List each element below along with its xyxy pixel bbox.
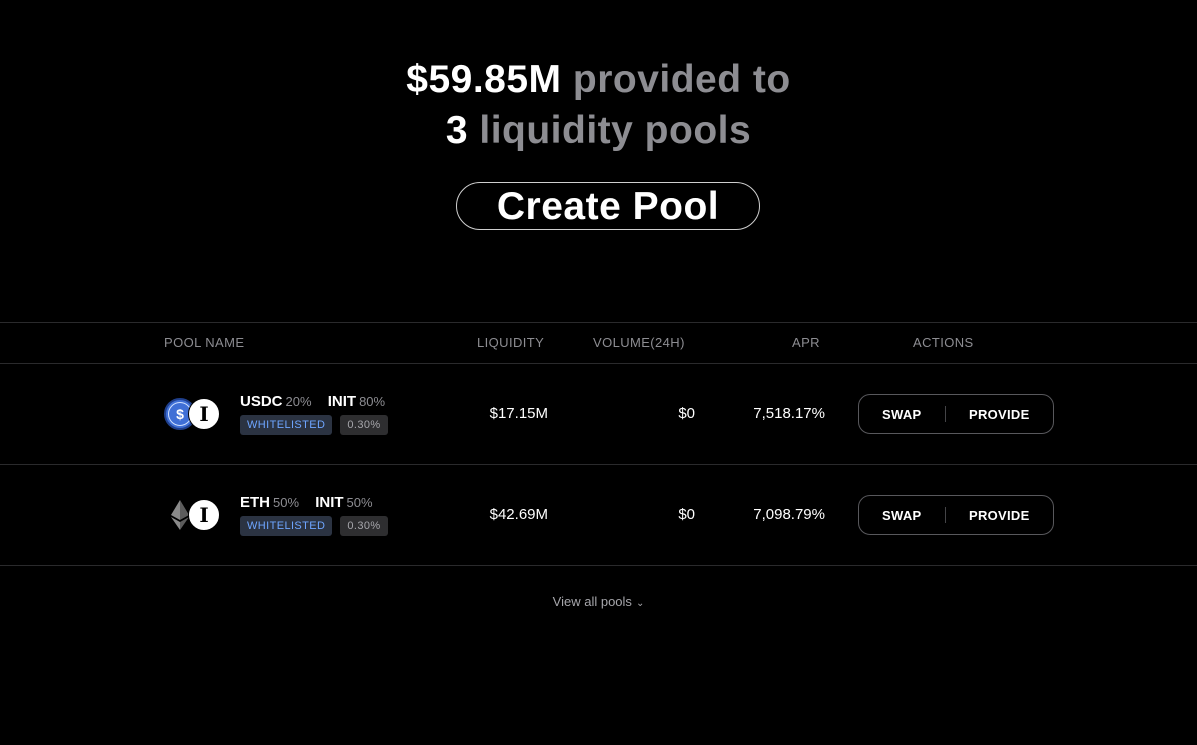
token1-weight: 20% (285, 394, 312, 409)
row-actions: SWAP PROVIDE (858, 394, 1054, 434)
token2-symbol: INIT (327, 393, 357, 410)
whitelisted-badge: WHITELISTED (240, 415, 333, 435)
hero-line-2: 3 liquidity pools (0, 105, 1197, 156)
whitelisted-badge: WHITELISTED (240, 516, 333, 536)
token2-symbol: INIT (315, 494, 344, 511)
volume-value: $0 (678, 405, 695, 422)
pair-icons: I (164, 499, 224, 531)
row-actions: SWAP PROVIDE (858, 495, 1054, 535)
pool-badges: WHITELISTED 0.30% (240, 415, 388, 435)
view-all-pools-link[interactable]: View all pools ⌄ (0, 594, 1197, 609)
liquidity-pools-text: liquidity pools (479, 109, 752, 152)
header-apr: APR (792, 335, 820, 350)
token2-weight: 80% (359, 394, 386, 409)
table-header: POOL NAME LIQUIDITY VOLUME(24H) APR ACTI… (0, 322, 1197, 364)
header-liquidity: LIQUIDITY (477, 335, 545, 350)
create-pool-button[interactable]: Create Pool (456, 182, 760, 230)
token1-symbol: USDC (240, 393, 283, 410)
fee-badge: 0.30% (340, 415, 388, 435)
liquidity-value: $42.69M (489, 506, 548, 523)
token1-symbol: ETH (240, 494, 270, 511)
volume-value: $0 (678, 506, 695, 523)
liquidity-value: $17.15M (489, 405, 548, 422)
swap-button[interactable]: SWAP (859, 406, 945, 423)
init-icon: I (188, 398, 220, 430)
init-icon: I (188, 499, 220, 531)
fee-badge: 0.30% (340, 516, 388, 536)
hero-line-1: $59.85M provided to (0, 54, 1197, 105)
pair-name: ETH 50% INIT 50% (240, 494, 373, 511)
header-volume: VOLUME(24H) (593, 335, 685, 350)
provided-to-text: provided to (572, 58, 791, 101)
header-pool-name: POOL NAME (164, 335, 245, 350)
header-actions: ACTIONS (913, 335, 974, 350)
hero-heading: $59.85M provided to 3 liquidity pools (0, 54, 1197, 156)
pool-badges: WHITELISTED 0.30% (240, 516, 388, 536)
table-row[interactable]: I ETH 50% INIT 50% WHITELISTED 0.30% $42.6… (0, 465, 1197, 566)
pair-icons: $ I (164, 398, 224, 430)
pool-count: 3 (445, 109, 469, 152)
pair-name: USDC 20% INIT 80% (240, 393, 385, 410)
table-row[interactable]: $ I USDC 20% INIT 80% WHITELISTED 0.30% $1… (0, 364, 1197, 465)
token2-weight: 50% (346, 495, 373, 510)
provide-button[interactable]: PROVIDE (946, 406, 1053, 423)
view-all-label: View all pools (552, 594, 632, 609)
apr-value: 7,098.79% (753, 506, 825, 523)
apr-value: 7,518.17% (753, 405, 825, 422)
pools-table: POOL NAME LIQUIDITY VOLUME(24H) APR ACTI… (0, 322, 1197, 566)
token1-weight: 50% (273, 495, 300, 510)
provide-button[interactable]: PROVIDE (946, 507, 1053, 524)
total-liquidity-amount: $59.85M (406, 58, 562, 101)
chevron-down-icon: ⌄ (635, 598, 645, 609)
swap-button[interactable]: SWAP (859, 507, 945, 524)
